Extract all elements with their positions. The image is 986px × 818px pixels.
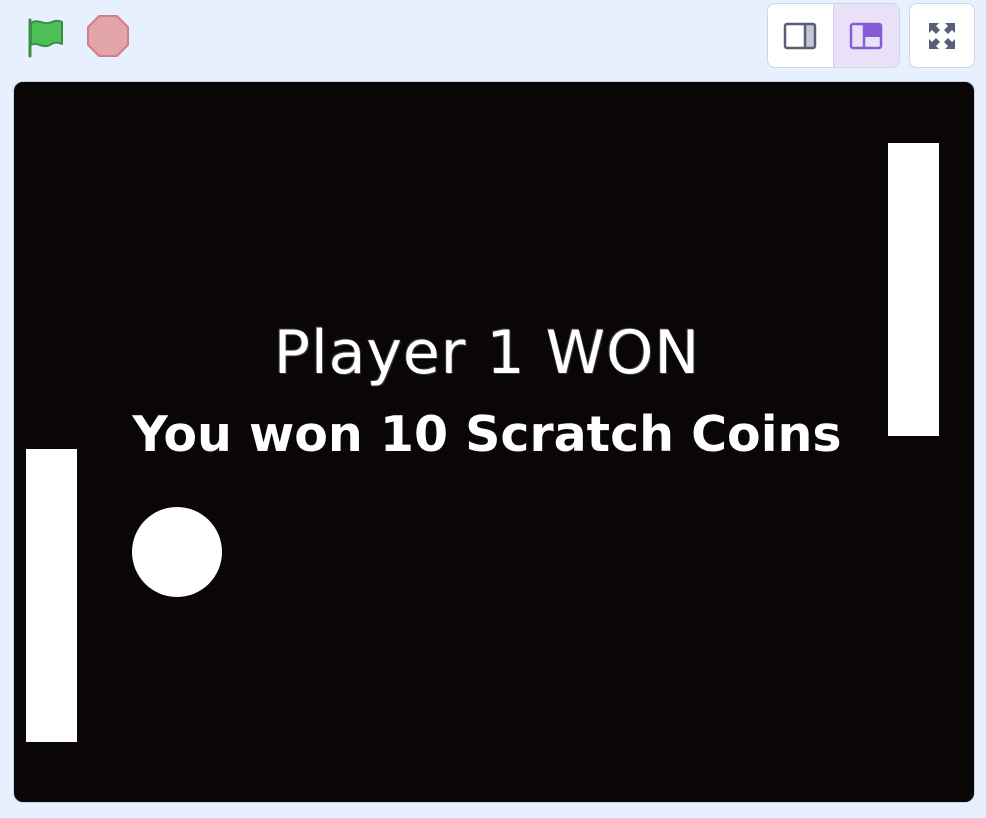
stage-layout-toggle [767, 3, 900, 68]
ball [132, 507, 222, 597]
stop-sign-icon[interactable] [86, 14, 130, 58]
fullscreen-icon [929, 22, 955, 49]
right-paddle [888, 143, 939, 436]
game-stage[interactable]: Player 1 WON You won 10 Scratch Coins [13, 81, 975, 803]
small-stage-layout-icon [784, 22, 817, 49]
fullscreen-button[interactable] [909, 3, 975, 68]
small-stage-button[interactable] [768, 4, 834, 67]
winner-message: Player 1 WON [273, 318, 701, 388]
reward-message: You won 10 Scratch Coins [132, 406, 842, 463]
left-paddle [26, 449, 77, 742]
stage-header [0, 0, 986, 80]
large-stage-layout-icon [850, 22, 883, 49]
green-flag-icon[interactable] [22, 14, 68, 60]
large-stage-button[interactable] [833, 4, 899, 67]
